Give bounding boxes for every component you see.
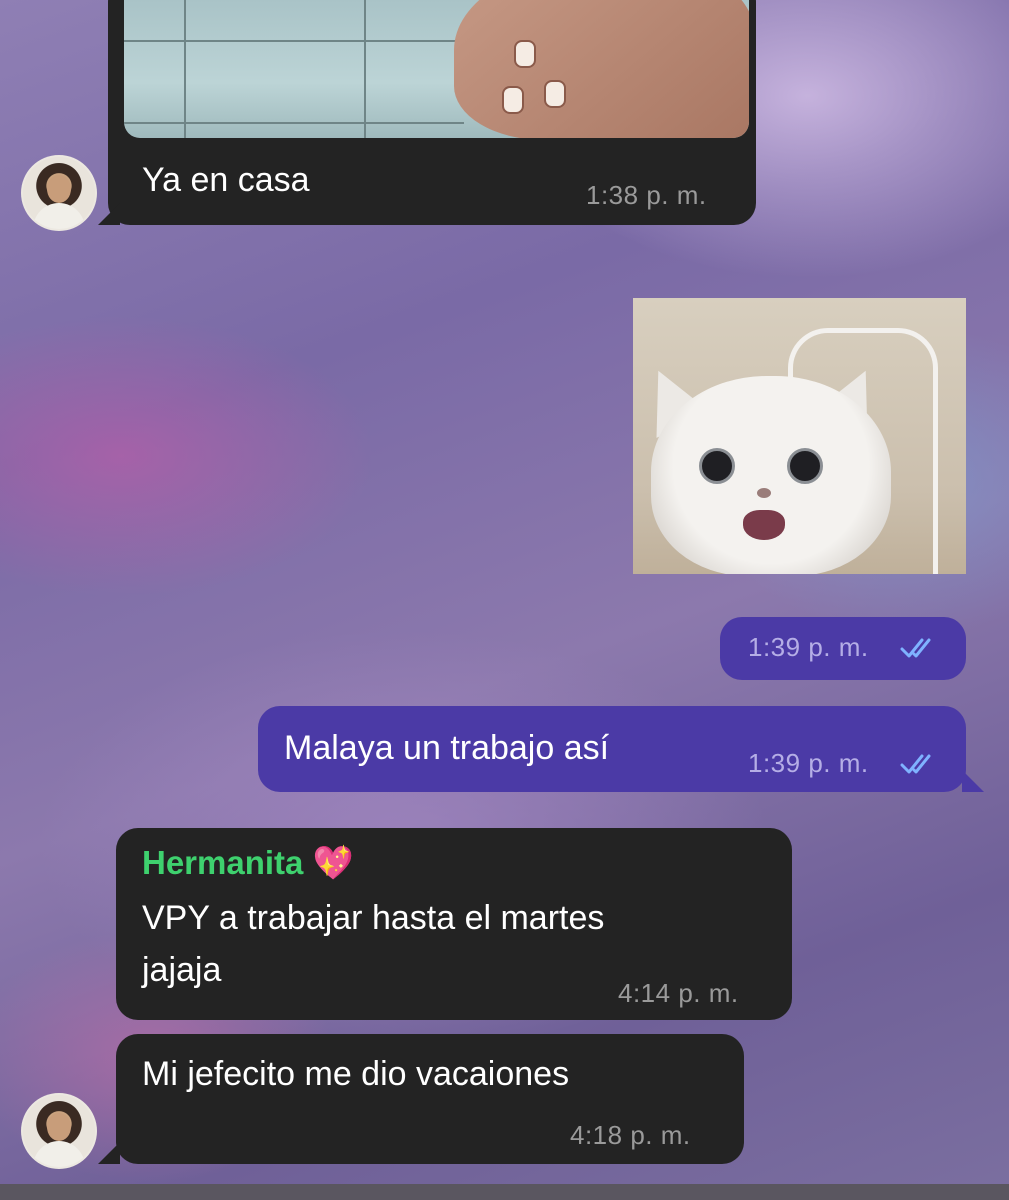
message-time: 1:39 p. m.: [748, 748, 869, 778]
avatar[interactable]: [21, 1093, 97, 1169]
photo-detail: [743, 510, 785, 540]
avatar-detail: [47, 1113, 71, 1141]
message-time: 4:18 p. m.: [570, 1120, 691, 1150]
outgoing-time-pill: 1:39 p. m.: [720, 617, 966, 680]
bubble-tail: [98, 1142, 120, 1164]
message-time: 1:39 p. m.: [748, 632, 869, 662]
avatar-detail: [33, 1141, 85, 1167]
photo-detail: [757, 488, 771, 498]
bubble-tail: [962, 770, 984, 792]
incoming-text-message[interactable]: Hermanita 💖 VPY a trabajar hasta el mart…: [116, 828, 792, 1020]
message-time: 1:38 p. m.: [586, 180, 707, 210]
double-check-icon: [900, 638, 931, 658]
photo-detail: [502, 86, 524, 114]
message-text: VPY a trabajar hasta el martes jajaja: [142, 899, 605, 989]
avatar-detail: [33, 203, 85, 229]
message-text: Mi jefecito me dio vacaiones: [142, 1055, 570, 1093]
photo-detail: [651, 376, 891, 574]
avatar[interactable]: [21, 155, 97, 231]
photo-detail: [787, 448, 823, 484]
message-text: Malaya un trabajo así: [284, 729, 610, 767]
bubble-tail: [98, 203, 120, 225]
avatar-detail: [47, 175, 71, 203]
photo-detail: [699, 448, 735, 484]
photo-detail: [364, 0, 366, 138]
sender-name[interactable]: Hermanita 💖: [142, 844, 354, 883]
received-photo[interactable]: [124, 0, 749, 138]
outgoing-text-message[interactable]: Malaya un trabajo así 1:39 p. m.: [258, 706, 966, 792]
message-text: Ya en casa: [142, 161, 310, 199]
message-time: 4:14 p. m.: [618, 978, 739, 1008]
sent-photo[interactable]: [633, 298, 966, 574]
photo-detail: [514, 40, 536, 68]
bottom-bar: [0, 1184, 1009, 1200]
photo-detail: [124, 40, 464, 42]
photo-detail: [184, 0, 186, 138]
photo-detail: [454, 0, 749, 138]
double-check-icon: [900, 754, 931, 774]
photo-detail: [544, 80, 566, 108]
incoming-text-message[interactable]: Mi jefecito me dio vacaiones 4:18 p. m.: [116, 1034, 744, 1164]
photo-detail: [124, 122, 464, 124]
chat-view[interactable]: Ya en casa 1:38 p. m. 1:39 p. m. Malaya …: [0, 0, 1009, 1200]
